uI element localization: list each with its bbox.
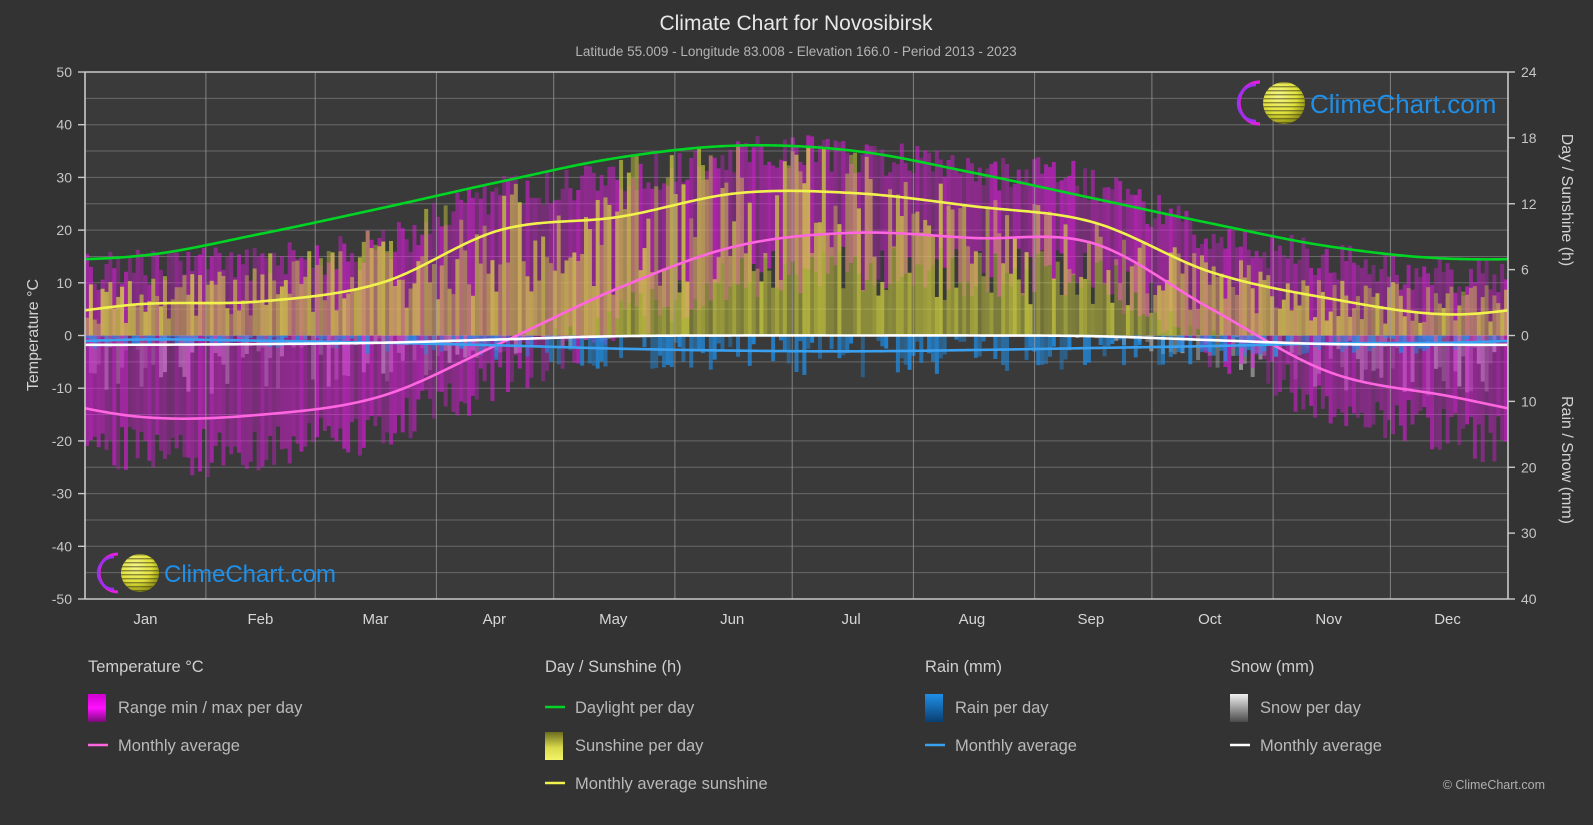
logo-sun-stripes xyxy=(121,554,159,592)
left-tick-label: -50 xyxy=(52,591,72,607)
legend-item-label: Range min / max per day xyxy=(118,699,303,717)
copyright-text: © ClimeChart.com xyxy=(1443,778,1545,792)
right-top-tick-label: 24 xyxy=(1521,64,1537,80)
legend-group-title: Day / Sunshine (h) xyxy=(545,658,682,676)
logo-top-right: ClimeChart.com xyxy=(1236,80,1496,126)
month-label: Jan xyxy=(133,611,157,628)
logo-text: ClimeChart.com xyxy=(164,561,336,588)
month-label: Aug xyxy=(959,611,986,628)
legend-group-title: Temperature °C xyxy=(88,658,204,676)
right-bottom-tick-label: 30 xyxy=(1521,525,1537,541)
right-top-tick-label: 6 xyxy=(1521,262,1529,278)
logo-sun-stripes xyxy=(1263,82,1305,124)
legend-item-label: Snow per day xyxy=(1260,699,1362,717)
month-label: Dec xyxy=(1434,611,1461,628)
legend-group-title: Snow (mm) xyxy=(1230,658,1314,676)
month-label: Mar xyxy=(363,611,389,628)
left-axis-label: Temperature °C xyxy=(25,279,42,391)
chart-svg: Climate Chart for Novosibirsk Latitude 5… xyxy=(0,0,1593,825)
legend-item-label: Monthly average xyxy=(1260,737,1382,755)
left-tick-label: 0 xyxy=(64,328,72,344)
right-top-tick-label: 18 xyxy=(1521,130,1537,146)
page-title: Climate Chart for Novosibirsk xyxy=(659,12,933,35)
legend-group-title: Rain (mm) xyxy=(925,658,1002,676)
legend-item-label: Monthly average xyxy=(118,737,240,755)
right-bottom-tick-label: 10 xyxy=(1521,393,1537,409)
left-tick-label: 30 xyxy=(56,169,72,185)
right-bottom-tick-label: 20 xyxy=(1521,459,1537,475)
legend-swatch xyxy=(88,694,106,722)
legend-item-label: Daylight per day xyxy=(575,699,695,717)
legend-item-label: Sunshine per day xyxy=(575,737,704,755)
legend-swatch xyxy=(925,694,943,722)
legend-item-label: Monthly average xyxy=(955,737,1077,755)
left-tick-label: 20 xyxy=(56,222,72,238)
right-top-tick-label: 12 xyxy=(1521,196,1537,212)
legend-item-label: Monthly average sunshine xyxy=(575,775,768,793)
right-top-tick-label: 0 xyxy=(1521,328,1529,344)
left-tick-label: -20 xyxy=(52,433,72,449)
right-bottom-tick-label: 40 xyxy=(1521,591,1537,607)
legend-swatch xyxy=(1230,694,1248,722)
month-label: Apr xyxy=(483,611,506,628)
month-label: Nov xyxy=(1315,611,1342,628)
right-top-axis-label: Day / Sunshine (h) xyxy=(1558,134,1575,267)
left-tick-label: -30 xyxy=(52,486,72,502)
month-label: May xyxy=(599,611,628,628)
left-tick-label: -10 xyxy=(52,380,72,396)
left-tick-label: 10 xyxy=(56,275,72,291)
month-label: Jun xyxy=(720,611,744,628)
left-tick-label: 40 xyxy=(56,117,72,133)
month-label: Feb xyxy=(248,611,274,628)
left-tick-label: 50 xyxy=(56,64,72,80)
legend-item-label: Rain per day xyxy=(955,699,1049,717)
chart-subtitle: Latitude 55.009 - Longitude 83.008 - Ele… xyxy=(575,44,1016,59)
climate-chart: Climate Chart for Novosibirsk Latitude 5… xyxy=(0,0,1593,825)
month-label: Jul xyxy=(841,611,860,628)
month-label: Oct xyxy=(1198,611,1222,628)
left-tick-label: -40 xyxy=(52,538,72,554)
right-bottom-axis-label: Rain / Snow (mm) xyxy=(1558,396,1575,524)
logo-text: ClimeChart.com xyxy=(1310,89,1496,119)
legend-swatch xyxy=(545,732,563,760)
month-label: Sep xyxy=(1077,611,1104,628)
